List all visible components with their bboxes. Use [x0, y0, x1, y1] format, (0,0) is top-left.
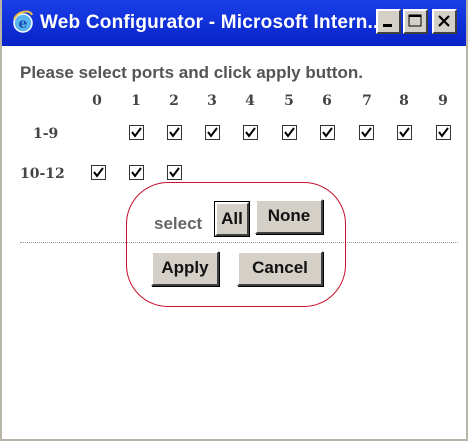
port-8-checkbox[interactable]: [397, 125, 412, 140]
window-title: Web Configurator - Microsoft Intern...: [40, 12, 384, 33]
port-10-checkbox[interactable]: [91, 165, 106, 180]
column-header-6: 6: [322, 93, 332, 109]
column-header-2: 2: [169, 93, 179, 109]
checkmark-icon: [131, 167, 142, 178]
title-bar[interactable]: e Web Configurator - Microsoft Intern...: [2, 0, 466, 46]
column-header-5: 5: [284, 93, 294, 109]
port-9-checkbox[interactable]: [436, 125, 451, 140]
port-4-checkbox[interactable]: [243, 125, 258, 140]
annotation-highlight-oval: [126, 182, 346, 307]
column-header-3: 3: [207, 93, 217, 109]
port-3-checkbox[interactable]: [205, 125, 220, 140]
row-label-10-12: 10-12: [20, 166, 65, 182]
checkmark-icon: [131, 127, 142, 138]
maximize-button[interactable]: [403, 9, 428, 34]
column-header-7: 7: [362, 93, 372, 109]
checkmark-icon: [284, 127, 295, 138]
close-icon: [438, 15, 450, 27]
instruction-text: Please select ports and click apply butt…: [20, 63, 363, 82]
column-header-9: 9: [438, 93, 448, 109]
port-7-checkbox[interactable]: [359, 125, 374, 140]
close-button[interactable]: [432, 9, 457, 34]
checkmark-icon: [207, 127, 218, 138]
internet-explorer-icon: e: [13, 10, 33, 33]
checkmark-icon: [93, 167, 104, 178]
minimize-button[interactable]: [376, 9, 401, 34]
column-header-8: 8: [399, 93, 409, 109]
row-label-1-9: 1-9: [33, 126, 59, 142]
port-5-checkbox[interactable]: [282, 125, 297, 140]
checkmark-icon: [438, 127, 449, 138]
port-12-checkbox[interactable]: [167, 165, 182, 180]
port-2-checkbox[interactable]: [167, 125, 182, 140]
browser-window: e Web Configurator - Microsoft Intern...…: [0, 0, 468, 441]
column-header-1: 1: [131, 93, 141, 109]
checkmark-icon: [245, 127, 256, 138]
minimize-icon: [383, 24, 392, 27]
port-11-checkbox[interactable]: [129, 165, 144, 180]
column-header-4: 4: [245, 93, 255, 109]
column-header-0: 0: [92, 93, 102, 109]
port-6-checkbox[interactable]: [320, 125, 335, 140]
checkmark-icon: [169, 167, 180, 178]
checkmark-icon: [169, 127, 180, 138]
checkmark-icon: [361, 127, 372, 138]
svg-text:e: e: [19, 16, 28, 32]
maximize-icon: [408, 14, 422, 27]
checkmark-icon: [322, 127, 333, 138]
port-1-checkbox[interactable]: [129, 125, 144, 140]
checkmark-icon: [399, 127, 410, 138]
